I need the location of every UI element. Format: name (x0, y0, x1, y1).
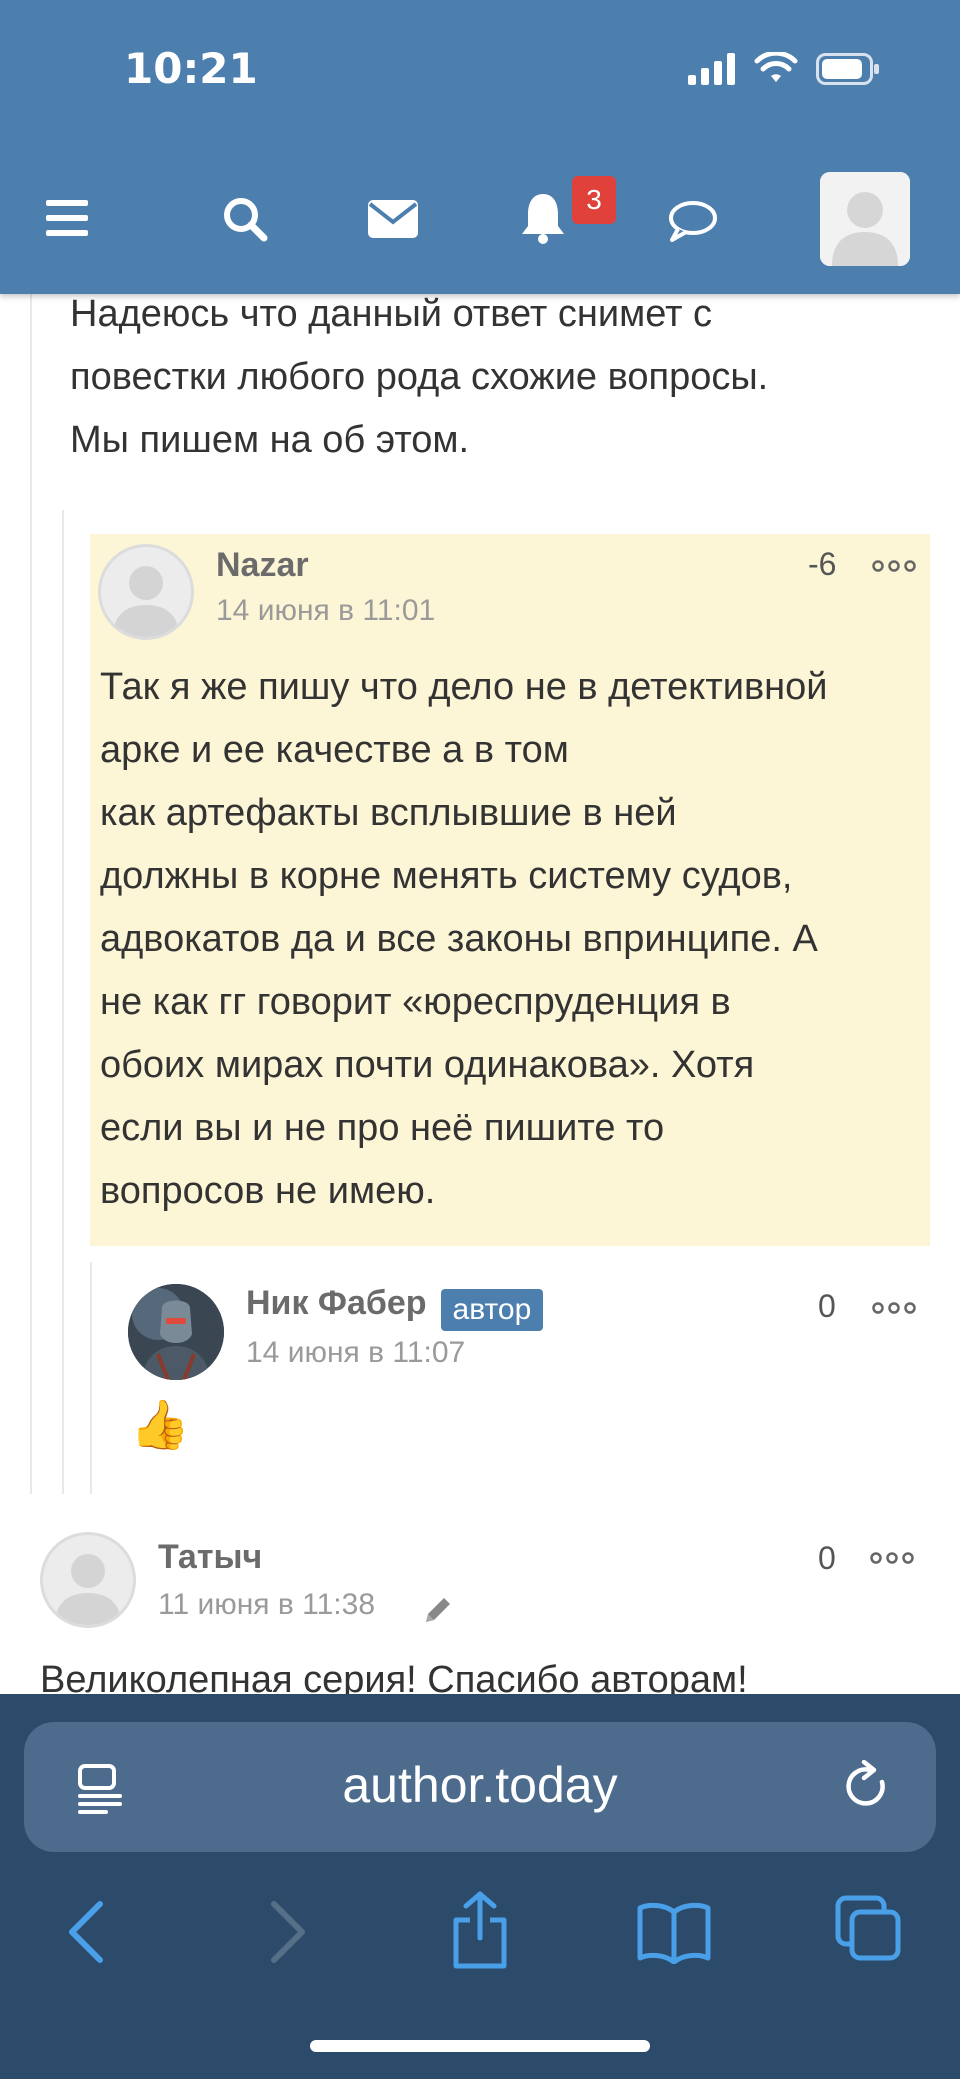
address-bar[interactable]: author.today (24, 1722, 936, 1852)
comment-nik: Ник Фабер автор 14 июня в 11:07 0 👍 (100, 1284, 930, 1464)
avatar[interactable] (40, 1532, 136, 1628)
browser-toolbar: author.today (0, 1694, 960, 2079)
comment-line: не как гг говорит «юреспруденция в (100, 981, 731, 1023)
comment-author[interactable]: Nazar (216, 546, 309, 585)
comment-rating: -6 (808, 546, 837, 582)
comment-line: обоих мирах почти одинакова». Хотя (100, 1044, 755, 1086)
comment-line: если вы и не про неё пишите то (100, 1107, 665, 1149)
comment-date[interactable]: 11 июня в 11:38 (158, 1588, 375, 1622)
more-icon[interactable] (870, 1552, 914, 1564)
thread-line (30, 294, 32, 1494)
notification-badge[interactable]: 3 (572, 176, 616, 224)
comment-author-row: Ник Фабер автор (246, 1284, 544, 1331)
comment-date[interactable]: 14 июня в 11:01 (216, 594, 435, 628)
comment-line: Так я же пишу что дело не в детективной (100, 666, 828, 708)
back-icon[interactable] (66, 1900, 106, 1964)
comment-tatych: Татыч 11 июня в 11:38 0 Великолепная сер… (0, 1494, 960, 1694)
thread-line (90, 1262, 92, 1494)
user-placeholder-icon (820, 172, 910, 266)
comment-body: Великолепная серия! Спасибо авторам! (40, 1659, 748, 1694)
signal-icon (688, 53, 735, 85)
comment-nazar: Nazar 14 июня в 11:01 -6 Так я же пишу ч… (90, 534, 930, 1246)
comment-body: Так я же пишу что дело не в детективной … (100, 656, 930, 1223)
user-avatar[interactable] (820, 172, 910, 266)
more-icon[interactable] (872, 1302, 916, 1314)
comment-author[interactable]: Ник Фабер (246, 1284, 427, 1322)
author-badge: автор (440, 1288, 544, 1331)
chat-icon[interactable] (668, 200, 718, 242)
reload-icon[interactable] (842, 1760, 892, 1814)
comment-line: должны в корне менять систему судов, (100, 855, 793, 897)
bookmarks-icon[interactable] (636, 1900, 712, 1964)
comment-line: адвокатов да и все законы впринципе. А (100, 918, 818, 960)
avatar[interactable] (98, 544, 194, 640)
comment-line: Надеюсь что данный ответ снимет с (70, 294, 713, 335)
thread-line (62, 510, 64, 1494)
url-text[interactable]: author.today (24, 1756, 936, 1814)
menu-icon[interactable] (46, 200, 88, 236)
comments-area: Надеюсь что данный ответ снимет с повест… (0, 294, 960, 1694)
comment-line: арке и ее качестве а в том (100, 729, 569, 771)
edit-pencil-icon (426, 1598, 450, 1622)
robot-avatar-icon (128, 1284, 224, 1380)
comment-rating: 0 (818, 1540, 836, 1576)
forward-icon (271, 1901, 305, 1963)
comment-rating: 0 (818, 1288, 836, 1324)
comment-line: Мы пишем на об этом. (70, 419, 470, 461)
bell-icon[interactable] (520, 192, 566, 244)
search-icon[interactable] (222, 196, 268, 242)
comment-line: повестки любого рода схожие вопросы. (70, 356, 769, 398)
comment-body: 👍 (130, 1399, 190, 1452)
share-icon[interactable] (450, 1890, 510, 1970)
more-icon[interactable] (872, 560, 916, 572)
tabs-icon[interactable] (834, 1894, 904, 1964)
comment-author[interactable]: Татыч (158, 1538, 262, 1577)
comment-line: вопросов не имею. (100, 1170, 436, 1212)
top-header: 10:21 3 (0, 0, 960, 294)
comment-date[interactable]: 14 июня в 11:07 (246, 1336, 465, 1370)
comment-line: как артефакты всплывшие в ней (100, 792, 677, 834)
battery-icon (816, 53, 879, 85)
user-placeholder-icon (113, 566, 179, 637)
home-indicator (310, 2040, 650, 2052)
wifi-icon (754, 52, 798, 82)
avatar[interactable] (128, 1284, 224, 1380)
user-placeholder-icon (55, 1554, 121, 1625)
status-time: 10:21 (124, 44, 258, 93)
comment-text: Надеюсь что данный ответ снимет с повест… (70, 294, 930, 472)
status-icons (688, 52, 880, 86)
mail-icon[interactable] (368, 200, 418, 238)
